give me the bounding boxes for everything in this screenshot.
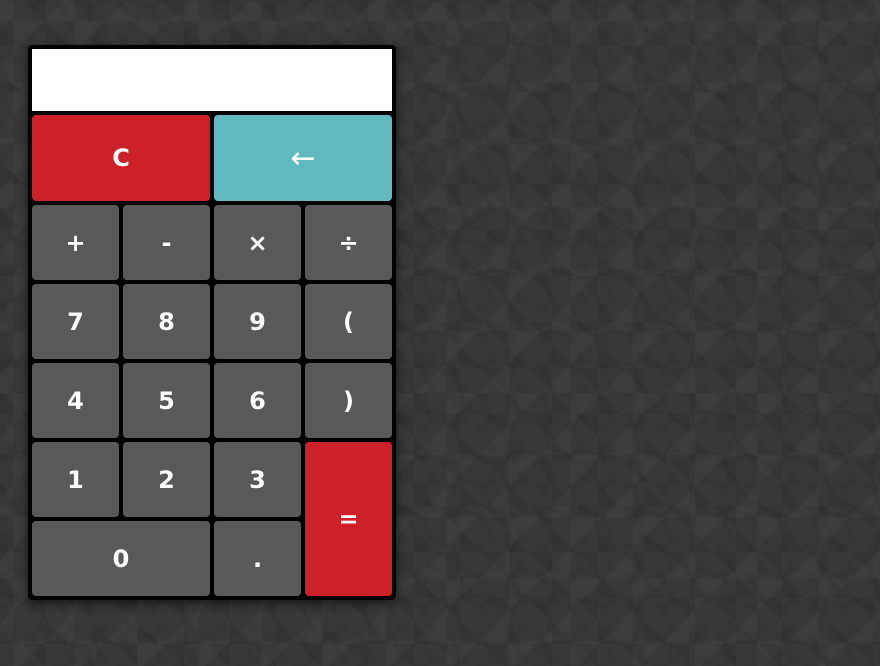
digit-2-button[interactable]: 2 bbox=[123, 442, 210, 517]
calculator: C ← + - × ÷ 7 8 9 ( 4 5 6 ) 1 2 3 = 0 . bbox=[28, 45, 396, 600]
digit-5-button[interactable]: 5 bbox=[123, 363, 210, 438]
decimal-button[interactable]: . bbox=[214, 521, 301, 596]
digit-8-button[interactable]: 8 bbox=[123, 284, 210, 359]
open-paren-button[interactable]: ( bbox=[305, 284, 392, 359]
digit-3-button[interactable]: 3 bbox=[214, 442, 301, 517]
plus-button[interactable]: + bbox=[32, 205, 119, 280]
minus-button[interactable]: - bbox=[123, 205, 210, 280]
digit-9-button[interactable]: 9 bbox=[214, 284, 301, 359]
digit-1-button[interactable]: 1 bbox=[32, 442, 119, 517]
backspace-button[interactable]: ← bbox=[214, 115, 392, 201]
divide-button[interactable]: ÷ bbox=[305, 205, 392, 280]
equals-button[interactable]: = bbox=[305, 442, 392, 596]
digit-7-button[interactable]: 7 bbox=[32, 284, 119, 359]
close-paren-button[interactable]: ) bbox=[305, 363, 392, 438]
digit-4-button[interactable]: 4 bbox=[32, 363, 119, 438]
clear-button[interactable]: C bbox=[32, 115, 210, 201]
multiply-button[interactable]: × bbox=[214, 205, 301, 280]
digit-0-button[interactable]: 0 bbox=[32, 521, 210, 596]
digit-6-button[interactable]: 6 bbox=[214, 363, 301, 438]
display-input[interactable] bbox=[32, 49, 392, 111]
